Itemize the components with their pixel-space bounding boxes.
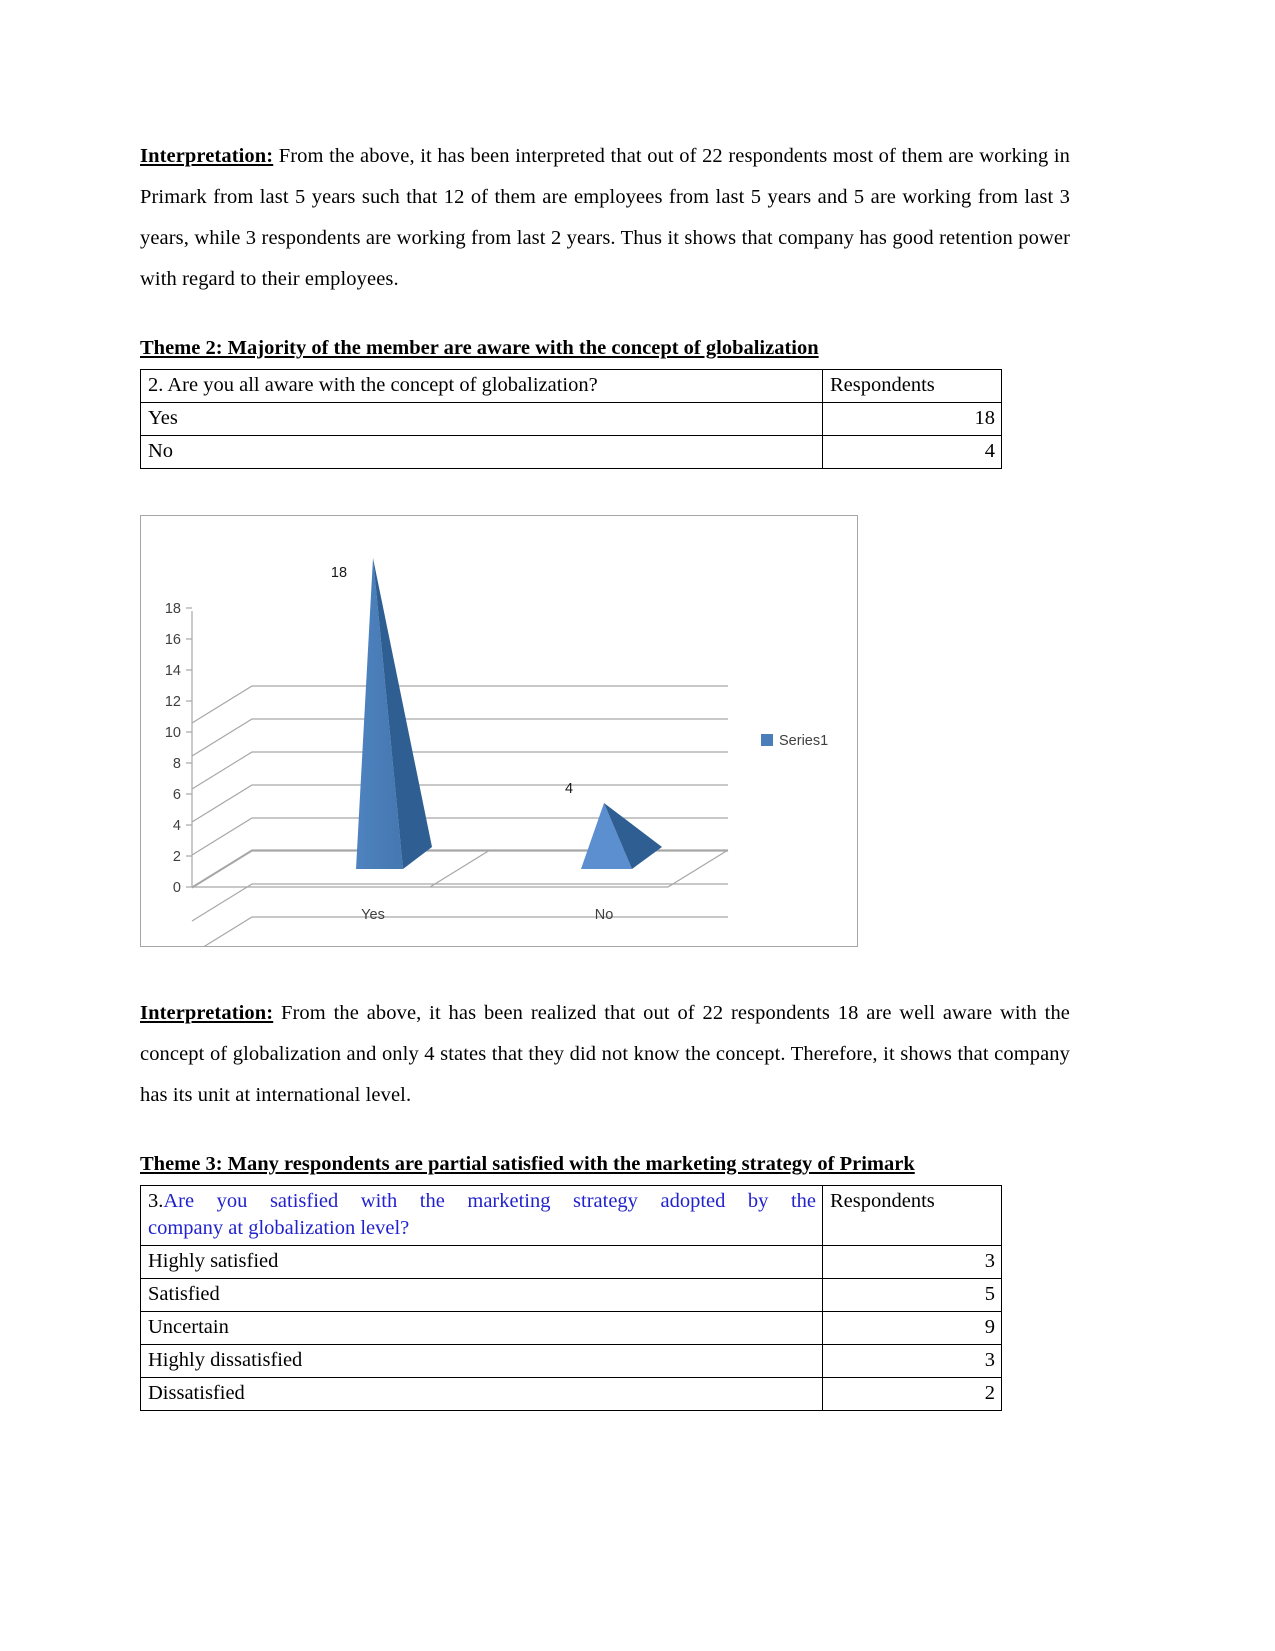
option-value-cell: 3 bbox=[822, 1344, 1002, 1378]
legend-swatch-series1 bbox=[761, 734, 773, 746]
option-label-cell: Highly satisfied bbox=[140, 1245, 823, 1279]
chart-gridlines bbox=[191, 685, 728, 946]
option-label-cell: Highly dissatisfied bbox=[140, 1344, 823, 1378]
table-row: Dissatisfied 2 bbox=[140, 1377, 1002, 1411]
y-tick-label: 0 bbox=[173, 880, 181, 896]
table-row-question: 2. Are you all aware with the concept of… bbox=[140, 369, 1002, 403]
x-category-label-yes: Yes bbox=[361, 907, 385, 923]
option-value-cell: 4 bbox=[822, 435, 1002, 469]
question-number: 3. bbox=[148, 1190, 164, 1212]
table-row: Satisfied 5 bbox=[140, 1278, 1002, 1312]
y-tick-label: 10 bbox=[165, 725, 181, 741]
table-row: Highly dissatisfied 3 bbox=[140, 1344, 1002, 1378]
theme-3-table: 3.Are you satisfied with the marketing s… bbox=[140, 1185, 1002, 1411]
y-tick-label: 16 bbox=[165, 632, 181, 648]
option-value-cell: 2 bbox=[822, 1377, 1002, 1411]
option-value-cell: 5 bbox=[822, 1278, 1002, 1312]
legend-label-series1: Series1 bbox=[779, 733, 828, 749]
x-category-label-no: No bbox=[595, 907, 614, 923]
y-tick-label: 8 bbox=[173, 756, 181, 772]
option-label-cell: Yes bbox=[140, 402, 823, 436]
theme-3-heading: Theme 3: Many respondents are partial sa… bbox=[140, 1153, 915, 1175]
chart-legend: Series1 bbox=[761, 733, 828, 749]
theme-2-heading: Theme 2: Majority of the member are awar… bbox=[140, 337, 819, 359]
data-label-yes: 18 bbox=[331, 565, 347, 581]
interpretation-label: Interpretation: bbox=[140, 1002, 274, 1024]
respondents-header-cell: Respondents bbox=[822, 369, 1002, 403]
y-tick-label: 6 bbox=[173, 787, 181, 803]
data-label-no: 4 bbox=[565, 781, 573, 797]
y-axis-ticks bbox=[186, 607, 192, 888]
y-tick-label: 18 bbox=[165, 601, 181, 617]
question-cell: 2. Are you all aware with the concept of… bbox=[140, 369, 823, 403]
y-tick-label: 2 bbox=[173, 849, 181, 865]
table-row: Yes 18 bbox=[140, 402, 1002, 436]
option-label-cell: Dissatisfied bbox=[140, 1377, 823, 1411]
chart-pyramid-yes bbox=[356, 558, 432, 869]
chart-canvas: 0 2 4 6 8 10 12 14 16 18 18 4 Yes No Ser… bbox=[165, 558, 828, 946]
interpretation-paragraph-2: Interpretation: From the above, it has b… bbox=[140, 993, 1070, 1116]
document-page: Interpretation: From the above, it has b… bbox=[0, 0, 1275, 1651]
interpretation-text-2: From the above, it has been realized tha… bbox=[140, 1002, 1070, 1106]
chart-pyramid-no bbox=[581, 803, 662, 869]
option-value-cell: 3 bbox=[822, 1245, 1002, 1279]
table-row-question: 3.Are you satisfied with the marketing s… bbox=[140, 1185, 1002, 1246]
option-label-cell: No bbox=[140, 435, 823, 469]
y-tick-label: 12 bbox=[165, 694, 181, 710]
question-text-line-1: Are you satisfied with the marketing str… bbox=[163, 1190, 816, 1212]
question-cell: 3.Are you satisfied with the marketing s… bbox=[140, 1185, 823, 1246]
option-value-cell: 18 bbox=[822, 402, 1002, 436]
option-label-cell: Satisfied bbox=[140, 1278, 823, 1312]
respondents-header-cell: Respondents bbox=[822, 1185, 1002, 1246]
globalization-awareness-chart: 0 2 4 6 8 10 12 14 16 18 18 4 Yes No Ser… bbox=[140, 515, 858, 947]
question-line-1: 3.Are you satisfied with the marketing s… bbox=[148, 1188, 816, 1215]
interpretation-text-1: From the above, it has been interpreted … bbox=[140, 145, 1070, 290]
table-row: No 4 bbox=[140, 435, 1002, 469]
y-tick-label: 4 bbox=[173, 818, 181, 834]
theme-2-table: 2. Are you all aware with the concept of… bbox=[140, 369, 1002, 469]
table-row: Highly satisfied 3 bbox=[140, 1245, 1002, 1279]
interpretation-label: Interpretation: bbox=[140, 145, 274, 167]
page-content: Interpretation: From the above, it has b… bbox=[140, 136, 1070, 1411]
question-line-2: company at globalization level? bbox=[148, 1217, 410, 1239]
y-tick-label: 14 bbox=[165, 663, 181, 679]
option-label-cell: Uncertain bbox=[140, 1311, 823, 1345]
option-value-cell: 9 bbox=[822, 1311, 1002, 1345]
interpretation-paragraph-1: Interpretation: From the above, it has b… bbox=[140, 136, 1070, 300]
table-row: Uncertain 9 bbox=[140, 1311, 1002, 1345]
